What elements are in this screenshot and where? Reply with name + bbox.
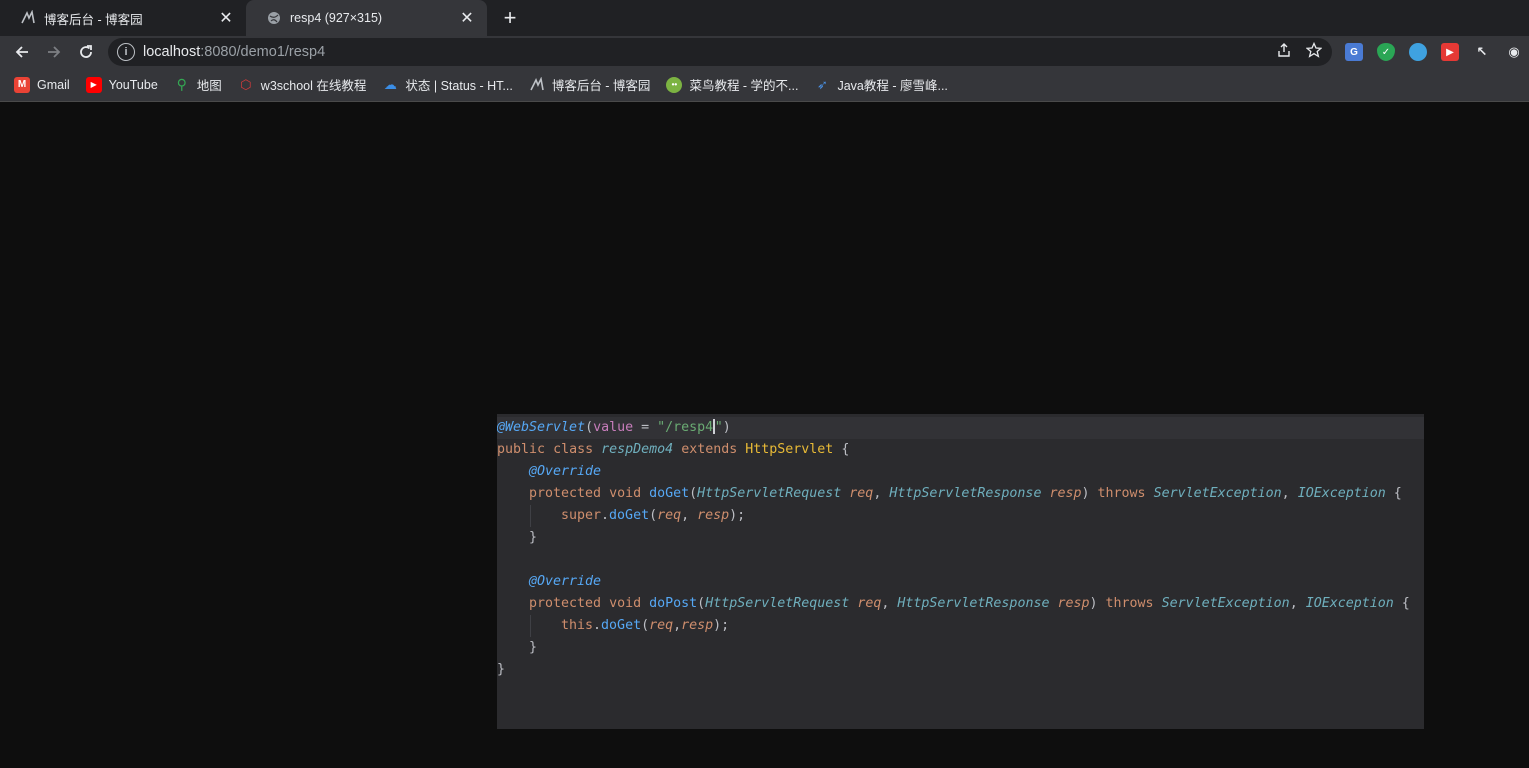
bookmark-status[interactable]: ☁ 状态 | Status - HT... bbox=[382, 75, 513, 94]
tab-title: 博客后台 - 博客园 bbox=[44, 12, 143, 27]
cnblogs-icon bbox=[529, 76, 545, 93]
tab-title: resp4 (927×315) bbox=[290, 11, 383, 25]
bookmarks-bar: M Gmail ▶ YouTube ⚲ 地图 ⬡ w3school 在线教程 ☁… bbox=[0, 68, 1529, 102]
bookmark-label: 状态 | Status - HT... bbox=[405, 79, 513, 93]
url-text[interactable]: localhost:8080/demo1/resp4 bbox=[143, 44, 325, 60]
tab-cnblogs[interactable]: 博客后台 - 博客园 ✕ bbox=[0, 0, 246, 36]
address-bar[interactable]: i localhost:8080/demo1/resp4 bbox=[108, 38, 1332, 66]
bookmark-label: 菜鸟教程 - 学的不... bbox=[689, 79, 799, 93]
bookmark-cnblogs[interactable]: 博客后台 - 博客园 bbox=[529, 75, 651, 94]
code-screenshot-image: @WebServlet(value = "/resp4 ") public cla… bbox=[497, 414, 1424, 729]
close-icon[interactable]: ✕ bbox=[216, 8, 236, 28]
close-icon[interactable]: ✕ bbox=[457, 8, 477, 28]
bookmark-gmail[interactable]: M Gmail bbox=[14, 76, 70, 93]
profile-extension-icon[interactable]: ◉ bbox=[1505, 43, 1523, 61]
code-line: @Override bbox=[529, 574, 602, 589]
share-icon[interactable] bbox=[1276, 42, 1292, 62]
info-icon[interactable]: i bbox=[117, 43, 135, 61]
youtube-icon: ▶ bbox=[85, 76, 102, 93]
bookmark-label: 地图 bbox=[196, 79, 222, 93]
star-icon[interactable] bbox=[1305, 41, 1323, 62]
bookmark-label: Java教程 - 廖雪峰... bbox=[837, 79, 948, 93]
runoob-icon: •• bbox=[666, 76, 683, 93]
code-line: @WebServlet(value = "/resp4 ") bbox=[497, 417, 1424, 439]
gmail-icon: M bbox=[14, 76, 30, 93]
shield-extension-icon[interactable]: ✓ bbox=[1377, 43, 1395, 61]
translate-extension-icon[interactable]: G bbox=[1345, 43, 1363, 61]
code-line: protected void doGet(HttpServletRequest … bbox=[529, 486, 1402, 501]
bookmark-label: 博客后台 - 博客园 bbox=[551, 79, 651, 93]
bookmark-liaoxuefeng[interactable]: ➶ Java教程 - 廖雪峰... bbox=[814, 75, 948, 94]
code-line: @Override bbox=[529, 464, 602, 479]
globe-icon bbox=[266, 10, 282, 26]
new-tab-button[interactable]: + bbox=[498, 5, 522, 30]
cursor-extension-icon[interactable]: ↖ bbox=[1473, 43, 1491, 61]
video-extension-icon[interactable]: ▶ bbox=[1441, 43, 1459, 61]
code-line: } bbox=[497, 662, 506, 677]
maps-icon: ⚲ bbox=[176, 76, 187, 92]
rocket-icon: ➶ bbox=[817, 76, 828, 92]
page-content: @WebServlet(value = "/resp4 ") public cla… bbox=[0, 103, 1529, 768]
tab-strip: 博客后台 - 博客园 ✕ resp4 (927×315) ✕ + bbox=[0, 0, 1529, 36]
bookmark-maps[interactable]: ⚲ 地图 bbox=[174, 75, 222, 94]
code-line: public class respDemo4 extends HttpServl… bbox=[497, 442, 850, 457]
code-line: super.doGet(req, resp); bbox=[497, 505, 1424, 527]
bookmark-label: YouTube bbox=[108, 77, 158, 92]
tab-resp4[interactable]: resp4 (927×315) ✕ bbox=[246, 0, 487, 36]
cnblogs-icon bbox=[20, 10, 36, 26]
omnibox-actions bbox=[1276, 41, 1323, 62]
bookmark-label: Gmail bbox=[37, 77, 70, 92]
code-line: } bbox=[529, 530, 538, 545]
bookmark-w3school[interactable]: ⬡ w3school 在线教程 bbox=[238, 75, 367, 94]
bookmark-youtube[interactable]: ▶ YouTube bbox=[85, 76, 158, 93]
code-block: @WebServlet(value = "/resp4 ") public cla… bbox=[497, 414, 1424, 681]
bookmark-runoob[interactable]: •• 菜鸟教程 - 学的不... bbox=[666, 75, 798, 94]
code-line: protected void doPost(HttpServletRequest… bbox=[529, 596, 1410, 611]
back-icon[interactable] bbox=[9, 39, 35, 65]
code-line: this.doGet(req,resp); bbox=[497, 615, 1424, 637]
toolbar: i localhost:8080/demo1/resp4 G ✓ ▶ ↖ ◉ bbox=[0, 36, 1529, 68]
code-line: } bbox=[529, 640, 538, 655]
reload-icon[interactable] bbox=[73, 39, 99, 65]
forward-icon[interactable] bbox=[41, 39, 67, 65]
bookmark-label: w3school 在线教程 bbox=[260, 79, 367, 93]
w3school-icon: ⬡ bbox=[240, 76, 252, 92]
cloud-icon: ☁ bbox=[383, 76, 397, 92]
globe-extension-icon[interactable] bbox=[1409, 43, 1427, 61]
